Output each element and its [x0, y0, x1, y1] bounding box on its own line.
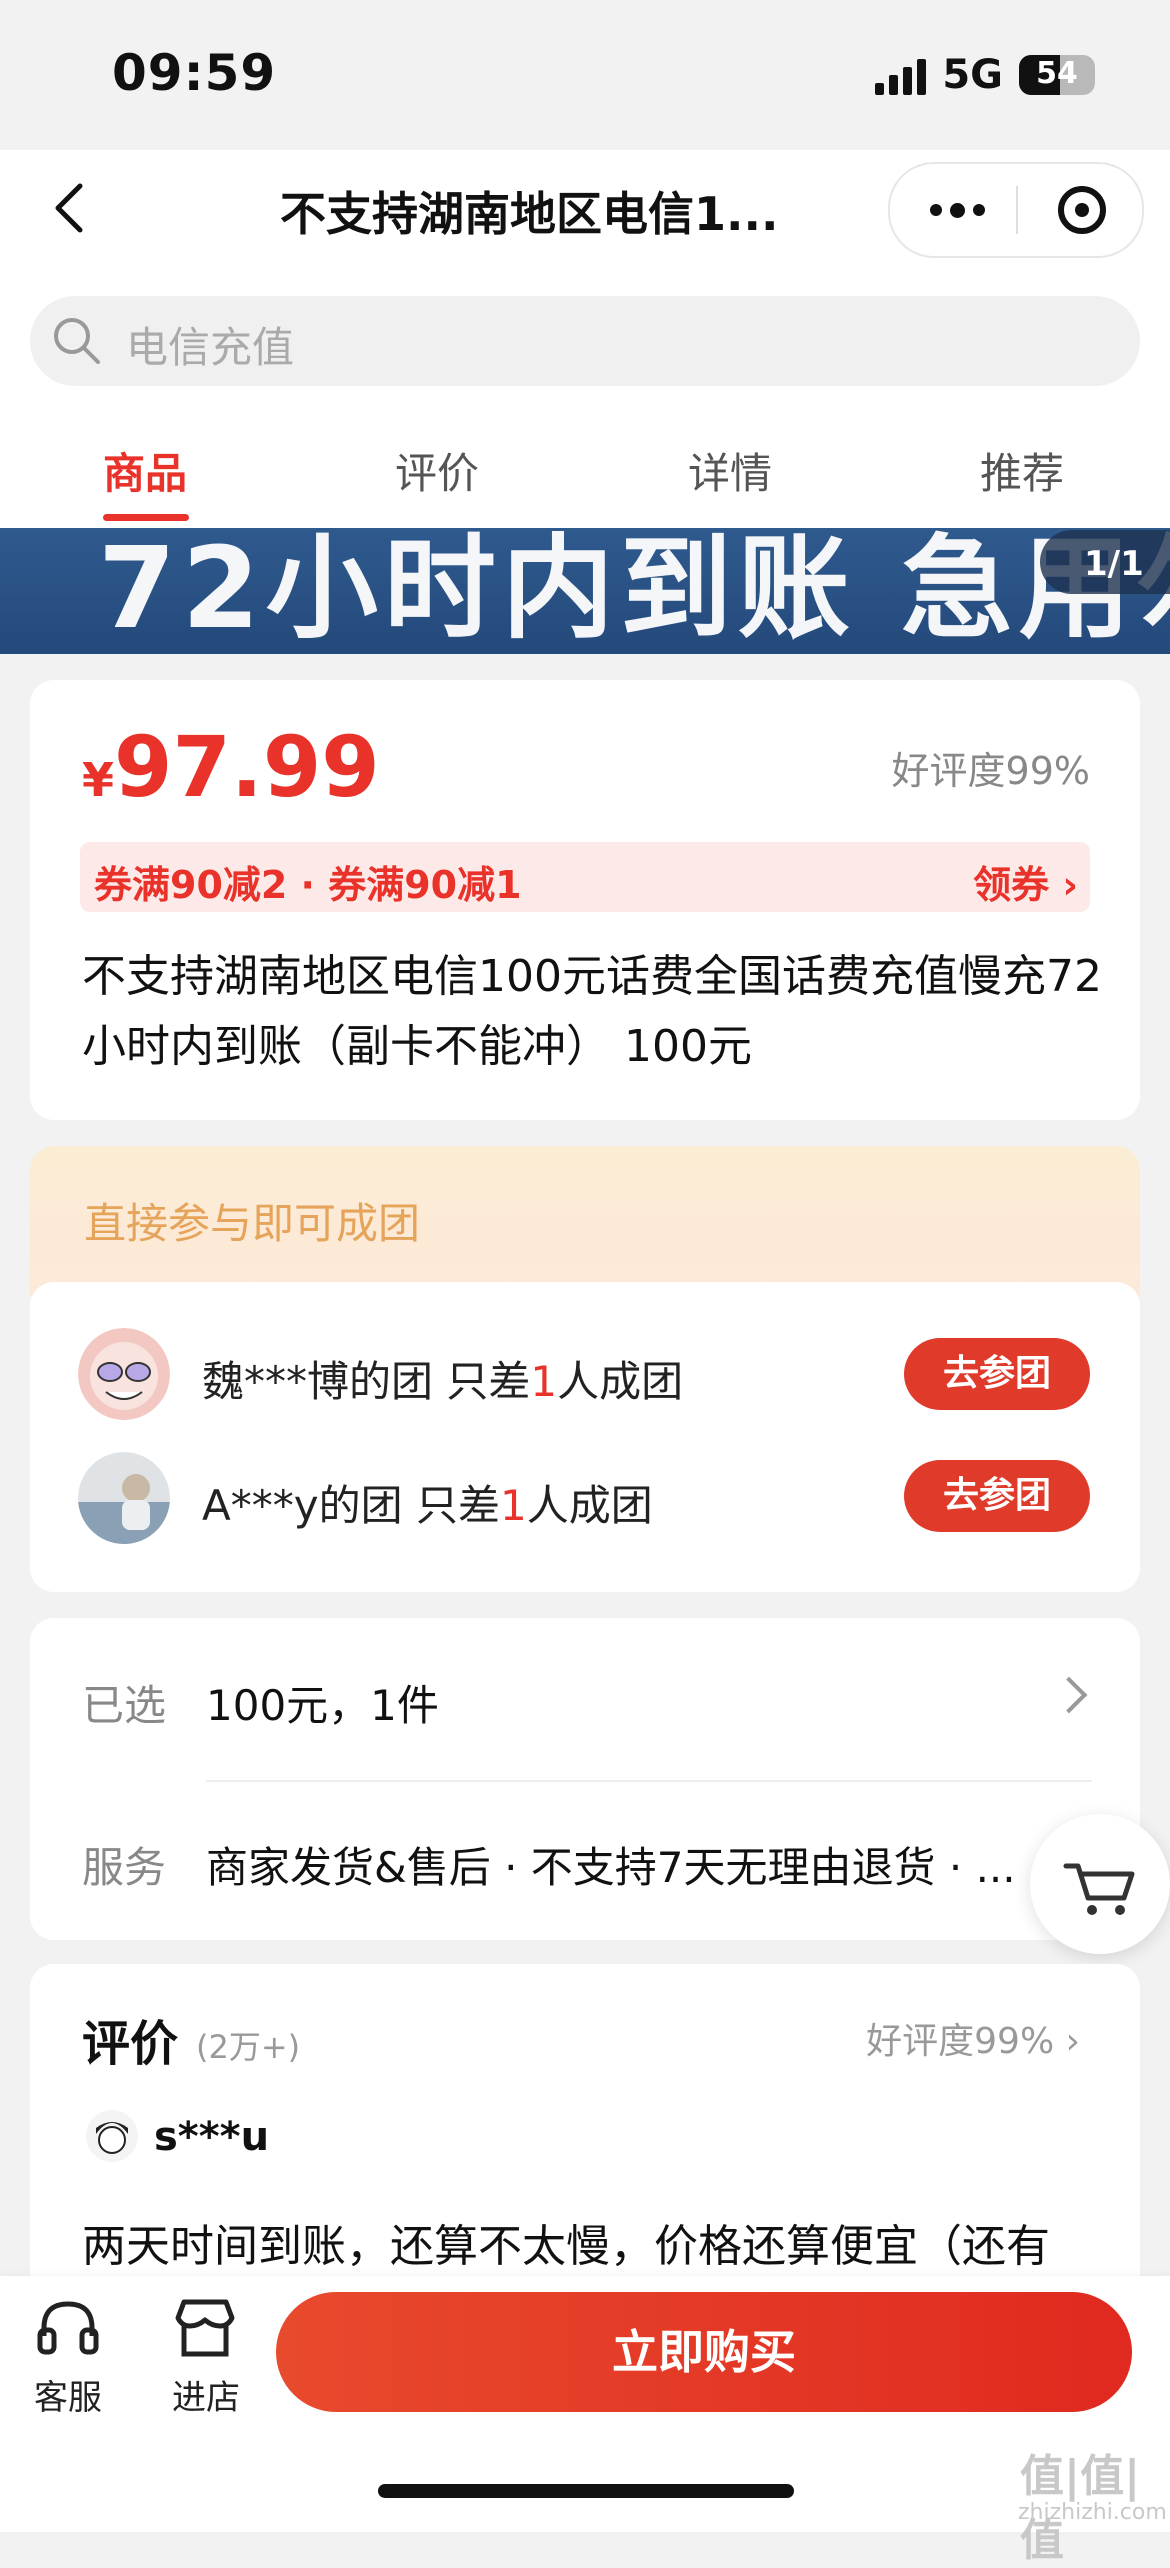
cart-button[interactable] [1030, 1814, 1170, 1954]
tab-product[interactable]: 商品 [45, 440, 245, 501]
review-text: 两天时间到账，还算不太慢，价格还算便宜（还有 [82, 2221, 1050, 2272]
group-row-text: A***y的团 只差1人成团 [202, 1472, 653, 1533]
review-title: 评价 [82, 2016, 179, 2072]
group-row-text: 魏***博的团 只差1人成团 [202, 1348, 683, 1409]
avatar [78, 1452, 170, 1544]
store-icon[interactable] [172, 2296, 238, 2360]
status-time: 09:59 [112, 44, 277, 102]
group-header: 直接参与即可成团 [30, 1146, 1140, 1296]
review-username: s***u [154, 2114, 270, 2160]
banner-text: 72小时内到账 急用勿拍 [98, 528, 1170, 654]
tab-recommend[interactable]: 推荐 [922, 440, 1122, 501]
group-suffix: 人成团 [526, 1481, 653, 1530]
battery-level: 54 [1036, 56, 1078, 91]
mini-program-capsule [888, 162, 1144, 258]
store-label[interactable]: 进店 [146, 2370, 266, 2419]
product-title: 不支持湖南地区电信100元话费全国话费充值慢充72小时内到账（副卡不能冲） 10… [82, 951, 1102, 1072]
price: ¥97.99 [82, 718, 380, 816]
group-leader: A***y的团 只差 [202, 1481, 500, 1530]
cart-icon [1063, 1863, 1135, 1915]
selected-value[interactable]: 100元，1件 [206, 1672, 439, 1733]
group-missing-count: 1 [530, 1357, 558, 1406]
group-leader: 魏***博的团 只差 [202, 1357, 531, 1406]
more-dots-icon[interactable] [930, 203, 985, 218]
spec-divider [206, 1780, 1092, 1782]
watermark-url: zhizhizhi.com [1018, 2500, 1167, 2525]
good-rate: 好评度99% [891, 749, 1090, 793]
search-icon [54, 318, 100, 364]
buy-now-button[interactable]: 立即购买 [276, 2292, 1132, 2412]
group-missing-count: 1 [499, 1481, 527, 1530]
search-placeholder: 电信充值 [126, 323, 295, 372]
group-list [30, 1282, 1140, 1592]
tab-details[interactable]: 详情 [630, 440, 830, 501]
selected-label: 已选 [82, 1681, 167, 1730]
avatar [86, 2110, 138, 2162]
service-value[interactable]: 商家发货&售后 · 不支持7天无理由退货 · ... [206, 1834, 1046, 1895]
join-group-button[interactable]: 去参团 [904, 1338, 1090, 1410]
active-tab-indicator [103, 514, 189, 521]
network-type: 5G [942, 52, 1003, 98]
customer-service-label[interactable]: 客服 [8, 2370, 128, 2419]
service-label: 服务 [82, 1843, 167, 1892]
target-icon[interactable] [1058, 186, 1106, 234]
status-indicators: 5G 54 [875, 52, 1095, 98]
review-count: (2万+) [196, 2028, 301, 2066]
page-title: 不支持湖南地区电信1... [280, 187, 779, 241]
review-rate-link[interactable]: 好评度99% › [866, 2012, 1080, 2064]
chevron-left-icon[interactable] [46, 178, 96, 238]
battery-icon: 54 [1019, 55, 1095, 95]
capsule-divider [1016, 186, 1018, 234]
join-group-button[interactable]: 去参团 [904, 1460, 1090, 1532]
product-image-banner[interactable]: 72小时内到账 急用勿拍 [0, 528, 1170, 654]
group-header-text: 直接参与即可成团 [84, 1199, 421, 1248]
signal-icon [875, 55, 927, 95]
coupon-text: 券满90减2 · 券满90减1 [94, 863, 522, 907]
coupon-bar[interactable]: 券满90减2 · 券满90减1 领券 › [80, 842, 1090, 912]
search-input[interactable]: 电信充值 [30, 296, 1140, 386]
group-suffix: 人成团 [557, 1357, 684, 1406]
image-pager: 1/1 [1040, 530, 1170, 594]
currency-symbol: ¥ [82, 753, 115, 807]
tab-reviews[interactable]: 评价 [337, 440, 537, 501]
pager-label: 1/1 [1084, 544, 1144, 584]
headset-icon[interactable] [36, 2296, 100, 2360]
avatar [78, 1328, 170, 1420]
home-indicator [378, 2484, 794, 2498]
price-value: 97.99 [114, 718, 380, 816]
get-coupon-button[interactable]: 领券 › [973, 854, 1078, 909]
